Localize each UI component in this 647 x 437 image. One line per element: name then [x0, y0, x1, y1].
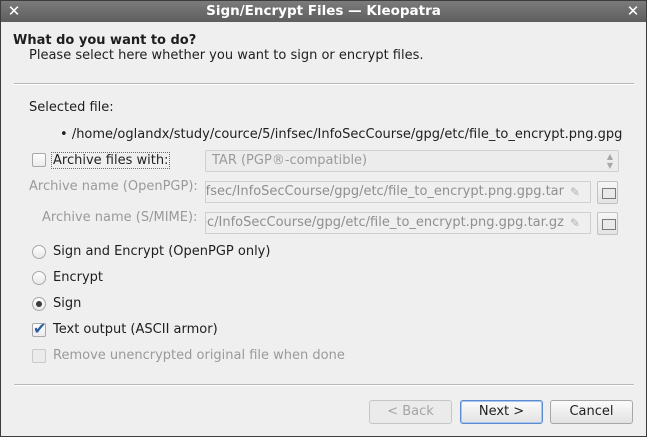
bullet: •: [60, 127, 72, 142]
page-subtitle: Please select here whether you want to s…: [29, 48, 424, 63]
encrypt-label[interactable]: Encrypt: [53, 270, 103, 285]
back-button[interactable]: < Back: [369, 400, 452, 424]
title-bar[interactable]: ✕ Sign/Encrypt Files — Kleopatra ✕: [1, 1, 646, 22]
browse-smime-button[interactable]: [597, 212, 618, 235]
archive-smime-field[interactable]: /home/oglandx/study/cource/5/infsec/Info…: [205, 212, 591, 234]
selected-file-label: Selected file:: [29, 100, 114, 115]
sign-encrypt-radio[interactable]: [32, 245, 46, 259]
clear-field-icon[interactable]: ✎: [570, 185, 584, 199]
spin-arrows-icon: ▲ ▼: [606, 152, 613, 170]
page-title: What do you want to do?: [13, 33, 197, 48]
radio-selected-dot: [36, 301, 42, 307]
wizard-header: What do you want to do? Please select he…: [1, 22, 646, 84]
archive-openpgp-value: /home/oglandx/study/cource/5/infsec/Info…: [205, 184, 564, 199]
archive-openpgp-label: Archive name (OpenPGP):: [29, 179, 198, 194]
next-button[interactable]: Next >: [460, 400, 543, 424]
sign-radio[interactable]: [32, 297, 46, 311]
browse-openpgp-button[interactable]: [597, 181, 618, 204]
clear-field-icon[interactable]: ✎: [570, 216, 584, 230]
archive-format-select[interactable]: TAR (PGP®-compatible) ▲ ▼: [205, 150, 619, 172]
archive-checkbox[interactable]: [32, 153, 46, 167]
folder-icon: [602, 219, 616, 230]
header-divider: [14, 83, 634, 85]
remove-unencrypted-checkbox[interactable]: [32, 349, 46, 363]
selected-file-item: • /home/oglandx/study/cource/5/infsec/In…: [60, 127, 622, 142]
sign-encrypt-label[interactable]: Sign and Encrypt (OpenPGP only): [53, 244, 270, 259]
archive-checkbox-label[interactable]: Archive files with:: [51, 152, 171, 169]
archive-openpgp-field[interactable]: /home/oglandx/study/cource/5/infsec/Info…: [205, 181, 591, 203]
remove-unencrypted-label[interactable]: Remove unencrypted original file when do…: [53, 348, 345, 363]
checkmark-icon: ✔: [33, 319, 47, 338]
sign-label[interactable]: Sign: [53, 296, 81, 311]
selected-file-path: /home/oglandx/study/cource/5/infsec/Info…: [71, 127, 623, 142]
archive-smime-value: /home/oglandx/study/cource/5/infsec/Info…: [205, 215, 564, 230]
text-output-label[interactable]: Text output (ASCII armor): [53, 322, 218, 337]
archive-format-value: TAR (PGP®-compatible): [212, 153, 368, 168]
close-icon[interactable]: ✕: [624, 3, 642, 20]
text-output-checkbox[interactable]: ✔: [32, 319, 46, 338]
archive-smime-label: Archive name (S/MIME):: [42, 210, 198, 225]
cancel-button[interactable]: Cancel: [550, 400, 633, 424]
window-title: Sign/Encrypt Files — Kleopatra: [206, 3, 441, 19]
encrypt-radio[interactable]: [32, 271, 46, 285]
folder-icon: [602, 188, 616, 199]
footer-divider: [14, 384, 634, 386]
dialog-window: ✕ Sign/Encrypt Files — Kleopatra ✕ What …: [0, 0, 647, 437]
